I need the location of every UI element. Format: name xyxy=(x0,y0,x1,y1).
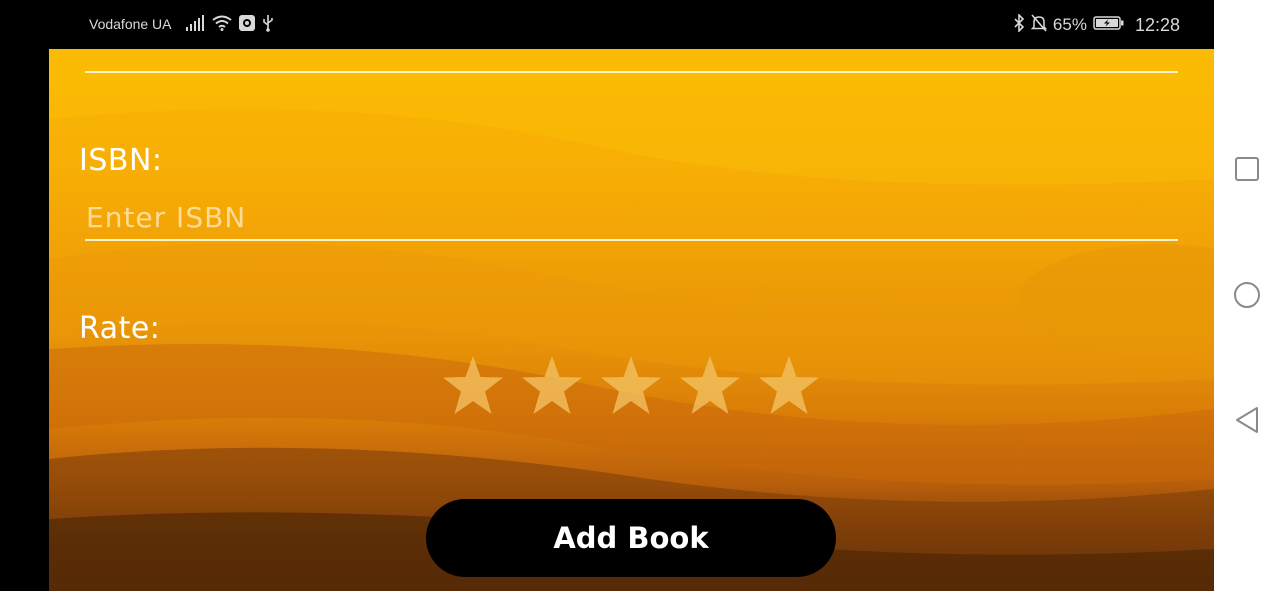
star-rating[interactable] xyxy=(441,354,821,418)
home-icon[interactable] xyxy=(1232,280,1262,310)
recent-apps-icon[interactable] xyxy=(1232,154,1262,184)
battery-percentage: 65% xyxy=(1052,15,1087,34)
star-3-icon[interactable] xyxy=(599,354,663,418)
battery-charging-icon xyxy=(1093,15,1125,36)
bluetooth-icon xyxy=(1013,12,1025,37)
status-icons-right: 65% 12:28 xyxy=(1013,12,1180,37)
wifi-icon xyxy=(212,15,232,35)
add-book-button[interactable]: Add Book xyxy=(426,499,836,577)
isbn-input[interactable] xyxy=(85,195,1178,241)
status-bar: Vodafone UA 65% 12:28 xyxy=(0,0,1214,49)
left-black-strip xyxy=(0,49,49,591)
star-4-icon[interactable] xyxy=(678,354,742,418)
add-book-screen: ISBN: Rate: Add Book xyxy=(49,49,1214,591)
signal-icon xyxy=(186,15,206,35)
star-2-icon[interactable] xyxy=(520,354,584,418)
silent-icon xyxy=(1030,13,1048,37)
status-icons-left xyxy=(186,14,274,36)
star-5-icon[interactable] xyxy=(757,354,821,418)
isbn-label: ISBN: xyxy=(79,143,163,178)
clock: 12:28 xyxy=(1134,14,1180,35)
rate-label: Rate: xyxy=(79,311,161,346)
carrier-name: Vodafone UA xyxy=(89,16,172,32)
back-icon[interactable] xyxy=(1232,405,1262,435)
app-notification-icon xyxy=(238,14,256,36)
navigation-bar xyxy=(1214,0,1280,591)
usb-icon xyxy=(262,14,274,36)
top-divider xyxy=(85,71,1178,73)
star-1-icon[interactable] xyxy=(441,354,505,418)
